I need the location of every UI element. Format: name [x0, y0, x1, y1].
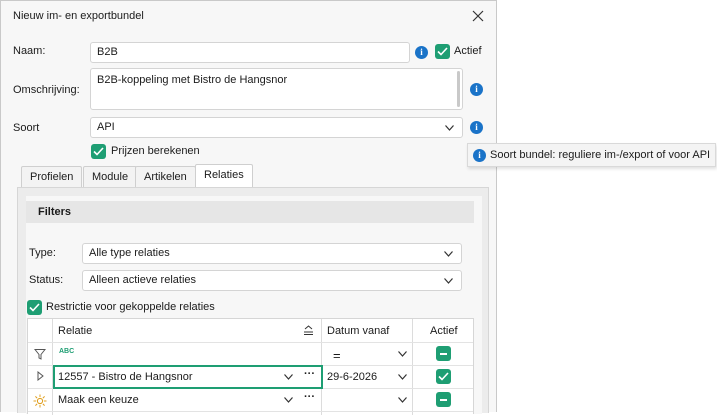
- prijzen-checkbox[interactable]: [91, 144, 106, 159]
- column-header-relatie[interactable]: Relatie: [58, 325, 92, 337]
- sort-icon[interactable]: [303, 325, 314, 336]
- status-value: Alleen actieve relaties: [89, 274, 197, 286]
- checkmark-icon: [29, 303, 40, 312]
- relatie-value: 12557 - Bistro de Hangsnor: [58, 371, 193, 383]
- type-label: Type:: [29, 247, 56, 259]
- tab-artikelen[interactable]: Artikelen: [135, 166, 196, 187]
- soort-tooltip: i Soort bundel: reguliere im-/export of …: [467, 143, 716, 167]
- chevron-down-icon[interactable]: [398, 351, 407, 357]
- type-select[interactable]: Alle type relaties: [82, 243, 462, 264]
- chevron-down-icon[interactable]: [398, 374, 407, 380]
- new-row-icon: [33, 394, 47, 408]
- chevron-down-icon[interactable]: [284, 374, 293, 380]
- filter-icon: [34, 349, 46, 360]
- datum-filter-operator[interactable]: =: [333, 348, 341, 363]
- actief-filter-checkbox[interactable]: [436, 346, 451, 361]
- tab-module[interactable]: Module: [83, 166, 138, 187]
- info-icon[interactable]: i: [470, 83, 483, 96]
- row-indicator-icon: [37, 371, 44, 381]
- soort-select[interactable]: API: [90, 117, 463, 138]
- info-icon[interactable]: i: [470, 121, 483, 134]
- tooltip-text: Soort bundel: reguliere im-/export of vo…: [490, 149, 711, 161]
- relaties-grid: Relatie Datum vanaf Actief ABC = 12557 -…: [27, 318, 474, 415]
- actief-checkbox[interactable]: [435, 44, 450, 59]
- omschrijving-value: B2B-koppeling met Bistro de Hangsnor: [97, 74, 288, 86]
- info-icon[interactable]: i: [415, 46, 428, 59]
- soort-value: API: [97, 121, 115, 133]
- omschrijving-label: Omschrijving:: [13, 84, 80, 96]
- more-options-icon[interactable]: ···: [304, 391, 315, 403]
- dialog-window: Nieuw im- en exportbundel Naam: B2B i Ac…: [0, 0, 497, 415]
- relaties-panel: Filters Type: Alle type relaties Status:…: [17, 187, 489, 415]
- text-filter-icon[interactable]: ABC: [59, 348, 75, 355]
- datum-value[interactable]: 29-6-2026: [327, 371, 377, 383]
- prijzen-label: Prijzen berekenen: [111, 145, 200, 157]
- tab-profielen[interactable]: Profielen: [21, 166, 83, 187]
- more-options-icon[interactable]: ···: [304, 368, 315, 380]
- status-select[interactable]: Alleen actieve relaties: [82, 270, 462, 291]
- chevron-down-icon[interactable]: [284, 397, 293, 403]
- column-header-actief[interactable]: Actief: [430, 325, 458, 337]
- checkmark-icon: [93, 147, 104, 156]
- tab-relaties[interactable]: Relaties: [195, 164, 253, 187]
- naam-label: Naam:: [13, 45, 46, 57]
- relaties-content: Filters Type: Alle type relaties Status:…: [26, 196, 482, 415]
- restrictie-checkbox[interactable]: [27, 300, 42, 315]
- actief-checkbox-new-row[interactable]: [436, 392, 451, 407]
- naam-input[interactable]: B2B: [90, 42, 410, 63]
- textarea-scrollbar[interactable]: [457, 71, 460, 107]
- status-label: Status:: [29, 274, 64, 286]
- relatie-placeholder[interactable]: Maak een keuze: [58, 394, 139, 406]
- title-bar: Nieuw im- en exportbundel: [1, 1, 496, 31]
- chevron-down-icon[interactable]: [398, 397, 407, 403]
- omschrijving-textarea[interactable]: B2B-koppeling met Bistro de Hangsnor: [90, 68, 463, 110]
- checkmark-icon: [437, 47, 448, 56]
- filters-header: Filters: [26, 201, 474, 223]
- chevron-down-icon: [445, 125, 454, 131]
- naam-value: B2B: [97, 46, 118, 58]
- text-filter-glyph: ABC: [59, 348, 75, 355]
- chevron-down-icon: [444, 278, 453, 284]
- type-value: Alle type relaties: [89, 247, 170, 259]
- checkmark-icon: [438, 372, 449, 381]
- restrictie-label: Restrictie voor gekoppelde relaties: [46, 301, 215, 313]
- close-icon: [472, 10, 484, 22]
- soort-label: Soort: [13, 122, 40, 134]
- close-button[interactable]: [467, 5, 489, 27]
- info-icon: i: [473, 149, 486, 162]
- actief-checkbox-row[interactable]: [436, 369, 451, 384]
- window-title: Nieuw im- en exportbundel: [13, 10, 144, 22]
- chevron-down-icon: [444, 251, 453, 257]
- column-header-datum[interactable]: Datum vanaf: [327, 325, 389, 337]
- actief-label: Actief: [454, 45, 482, 57]
